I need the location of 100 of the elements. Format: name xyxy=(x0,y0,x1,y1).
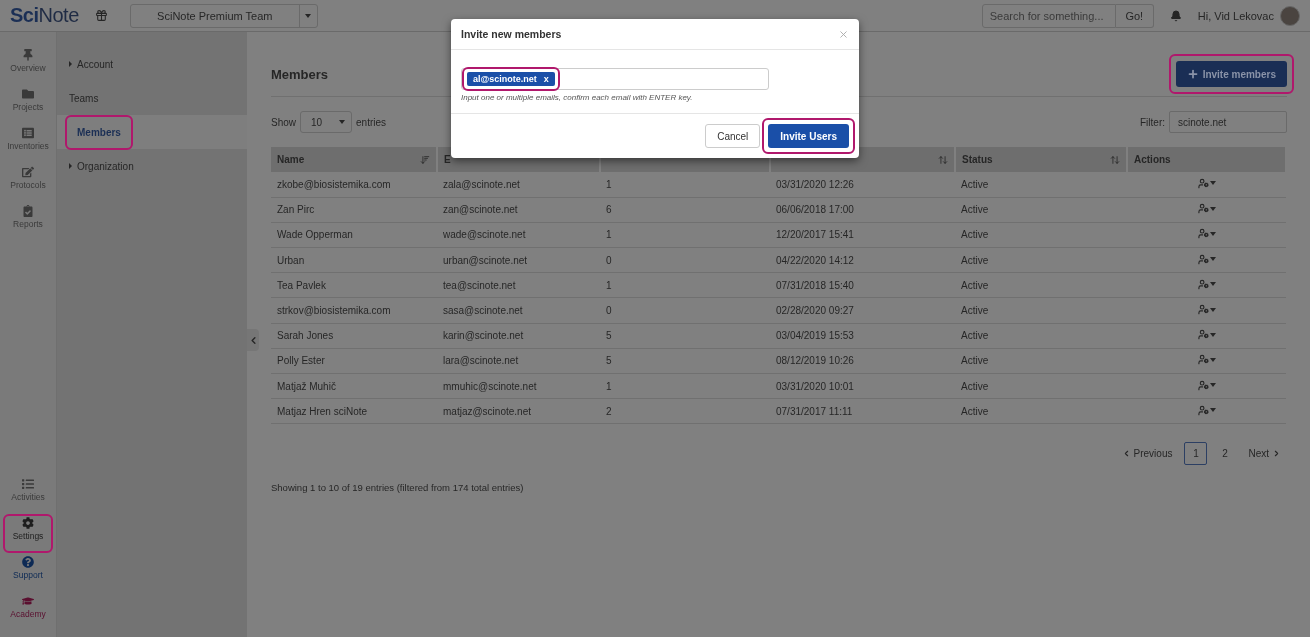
rail-item[interactable]: Protocols xyxy=(3,163,53,193)
rail-item[interactable]: Settings xyxy=(3,514,53,544)
user-settings-icon[interactable] xyxy=(1197,304,1216,316)
table-cell: Active xyxy=(955,398,1127,424)
table-cell: 03/31/2020 12:26 xyxy=(770,172,955,198)
column-header[interactable]: Actions xyxy=(1127,147,1286,172)
column-header[interactable]: Name xyxy=(271,147,437,172)
table-cell: Active xyxy=(955,297,1127,324)
invite-members-button[interactable]: Invite members xyxy=(1175,61,1287,87)
user-settings-icon[interactable] xyxy=(1197,177,1216,189)
table-cell: karin@scinote.net xyxy=(437,323,600,349)
table-cell: 02/28/2020 09:27 xyxy=(770,297,955,324)
sort-icon[interactable] xyxy=(938,154,948,165)
table-cell: 6 xyxy=(600,197,770,223)
gift-icon[interactable] xyxy=(94,9,108,22)
user-settings-icon[interactable] xyxy=(1197,203,1216,215)
chevron-right-icon xyxy=(1272,449,1281,459)
previous-link[interactable]: Previous xyxy=(1115,448,1179,460)
table-cell: Zan Pirc xyxy=(271,197,437,223)
table-cell: 1 xyxy=(600,272,770,298)
table-cell: Active xyxy=(955,323,1127,349)
user-settings-icon[interactable] xyxy=(1197,329,1216,341)
table-cell: Active xyxy=(955,272,1127,298)
rail-item[interactable]: Reports xyxy=(3,202,53,232)
remove-tag-button[interactable]: x xyxy=(543,74,549,84)
page-size-select[interactable]: 10 xyxy=(300,111,352,133)
page-title: Members xyxy=(271,66,329,82)
user-settings-icon[interactable] xyxy=(1197,228,1216,240)
cancel-button[interactable]: Cancel xyxy=(705,124,761,148)
table-cell: 03/31/2020 10:01 xyxy=(770,373,955,399)
table-cell: tea@scinote.net xyxy=(437,272,600,298)
table-cell: Active xyxy=(955,247,1127,273)
table-cell: Polly Ester xyxy=(271,348,437,374)
page-link[interactable]: 2 xyxy=(1213,442,1237,466)
show-label: Show xyxy=(271,116,296,128)
table-cell: mmuhic@scinote.net xyxy=(437,373,600,399)
avatar[interactable] xyxy=(1280,5,1300,26)
page-link[interactable]: 1 xyxy=(1184,442,1208,466)
user-settings-icon[interactable] xyxy=(1197,404,1216,416)
settings-nav-item[interactable]: Teams xyxy=(57,81,247,115)
sort-icon[interactable] xyxy=(1110,154,1120,165)
table-cell: 1 xyxy=(600,222,770,248)
collapse-handle[interactable] xyxy=(247,329,259,351)
settings-nav-item[interactable]: Members xyxy=(57,115,247,149)
table-cell: Active xyxy=(955,172,1127,198)
table-info: Showing 1 to 10 of 19 entries (filtered from 174 total entries) xyxy=(271,482,525,494)
table-cell: Wade Opperman xyxy=(271,222,437,248)
table-cell: 03/04/2019 15:53 xyxy=(770,323,955,349)
sort-icon[interactable] xyxy=(420,154,430,165)
rail-item[interactable]: Activities xyxy=(3,475,53,505)
table-cell: zala@scinote.net xyxy=(437,172,600,198)
table-cell: 0 xyxy=(600,247,770,273)
table-cell: 1 xyxy=(600,172,770,198)
next-link[interactable]: Next xyxy=(1242,448,1287,460)
table-cell: Active xyxy=(955,197,1127,223)
table-cell: 06/06/2018 17:00 xyxy=(770,197,955,223)
table-cell: 07/31/2018 15:40 xyxy=(770,272,955,298)
filter-label: Filter: xyxy=(1140,116,1165,128)
table-cell: zkobe@biosistemika.com xyxy=(271,172,437,198)
user-settings-icon[interactable] xyxy=(1197,253,1216,265)
table-cell: sasa@scinote.net xyxy=(437,297,600,324)
table-cell: Sarah Jones xyxy=(271,323,437,349)
table-cell: 5 xyxy=(600,348,770,374)
invite-users-button[interactable]: Invite Users xyxy=(768,124,849,148)
rail-item[interactable]: Projects xyxy=(3,85,53,115)
rail-item[interactable]: Inventories xyxy=(3,124,53,154)
table-cell: 12/20/2017 15:41 xyxy=(770,222,955,248)
table-cell: Active xyxy=(955,373,1127,399)
user-settings-icon[interactable] xyxy=(1197,379,1216,391)
settings-nav-item[interactable]: Account xyxy=(57,47,247,81)
rail-item[interactable]: Support xyxy=(3,553,53,583)
table-cell: 2 xyxy=(600,398,770,424)
table-cell: wade@scinote.net xyxy=(437,222,600,248)
input-hint: Input one or multiple emails, confirm each email with ENTER key. xyxy=(461,93,694,102)
table-cell: lara@scinote.net xyxy=(437,348,600,374)
user-settings-icon[interactable] xyxy=(1197,278,1216,290)
table-cell: Matjaz Hren sciNote xyxy=(271,398,437,424)
plus-icon xyxy=(1186,68,1199,80)
email-input-field[interactable]: al@scinote.net x xyxy=(461,68,769,90)
go-button[interactable]: Go! xyxy=(1115,3,1154,28)
search-field[interactable]: Search for something... xyxy=(981,3,1116,28)
filter-field[interactable]: scinote.net xyxy=(1169,111,1287,133)
close-icon[interactable] xyxy=(838,28,849,40)
dialog-title: Invite new members xyxy=(461,28,562,40)
email-tag[interactable]: al@scinote.net x xyxy=(467,72,555,86)
rail-item[interactable]: Overview xyxy=(3,46,53,76)
user-greeting[interactable]: Hi, Vid Lekovac xyxy=(1197,9,1274,22)
table-cell: 0 xyxy=(600,297,770,324)
column-header[interactable]: Status xyxy=(955,147,1127,172)
user-settings-icon[interactable] xyxy=(1197,354,1216,366)
table-cell: matjaz@scinote.net xyxy=(437,398,600,424)
table-cell: Active xyxy=(955,222,1127,248)
rail-item[interactable]: Academy xyxy=(3,592,53,622)
table-cell: 08/12/2019 10:26 xyxy=(770,348,955,374)
table-cell: Matjaž Muhič xyxy=(271,373,437,399)
entries-label: entries xyxy=(356,116,387,128)
bell-icon[interactable] xyxy=(1169,9,1182,22)
team-select[interactable]: SciNote Premium Team xyxy=(129,3,318,28)
logo[interactable]: SciNote xyxy=(10,4,79,27)
settings-nav-item[interactable]: Organization xyxy=(57,149,247,183)
